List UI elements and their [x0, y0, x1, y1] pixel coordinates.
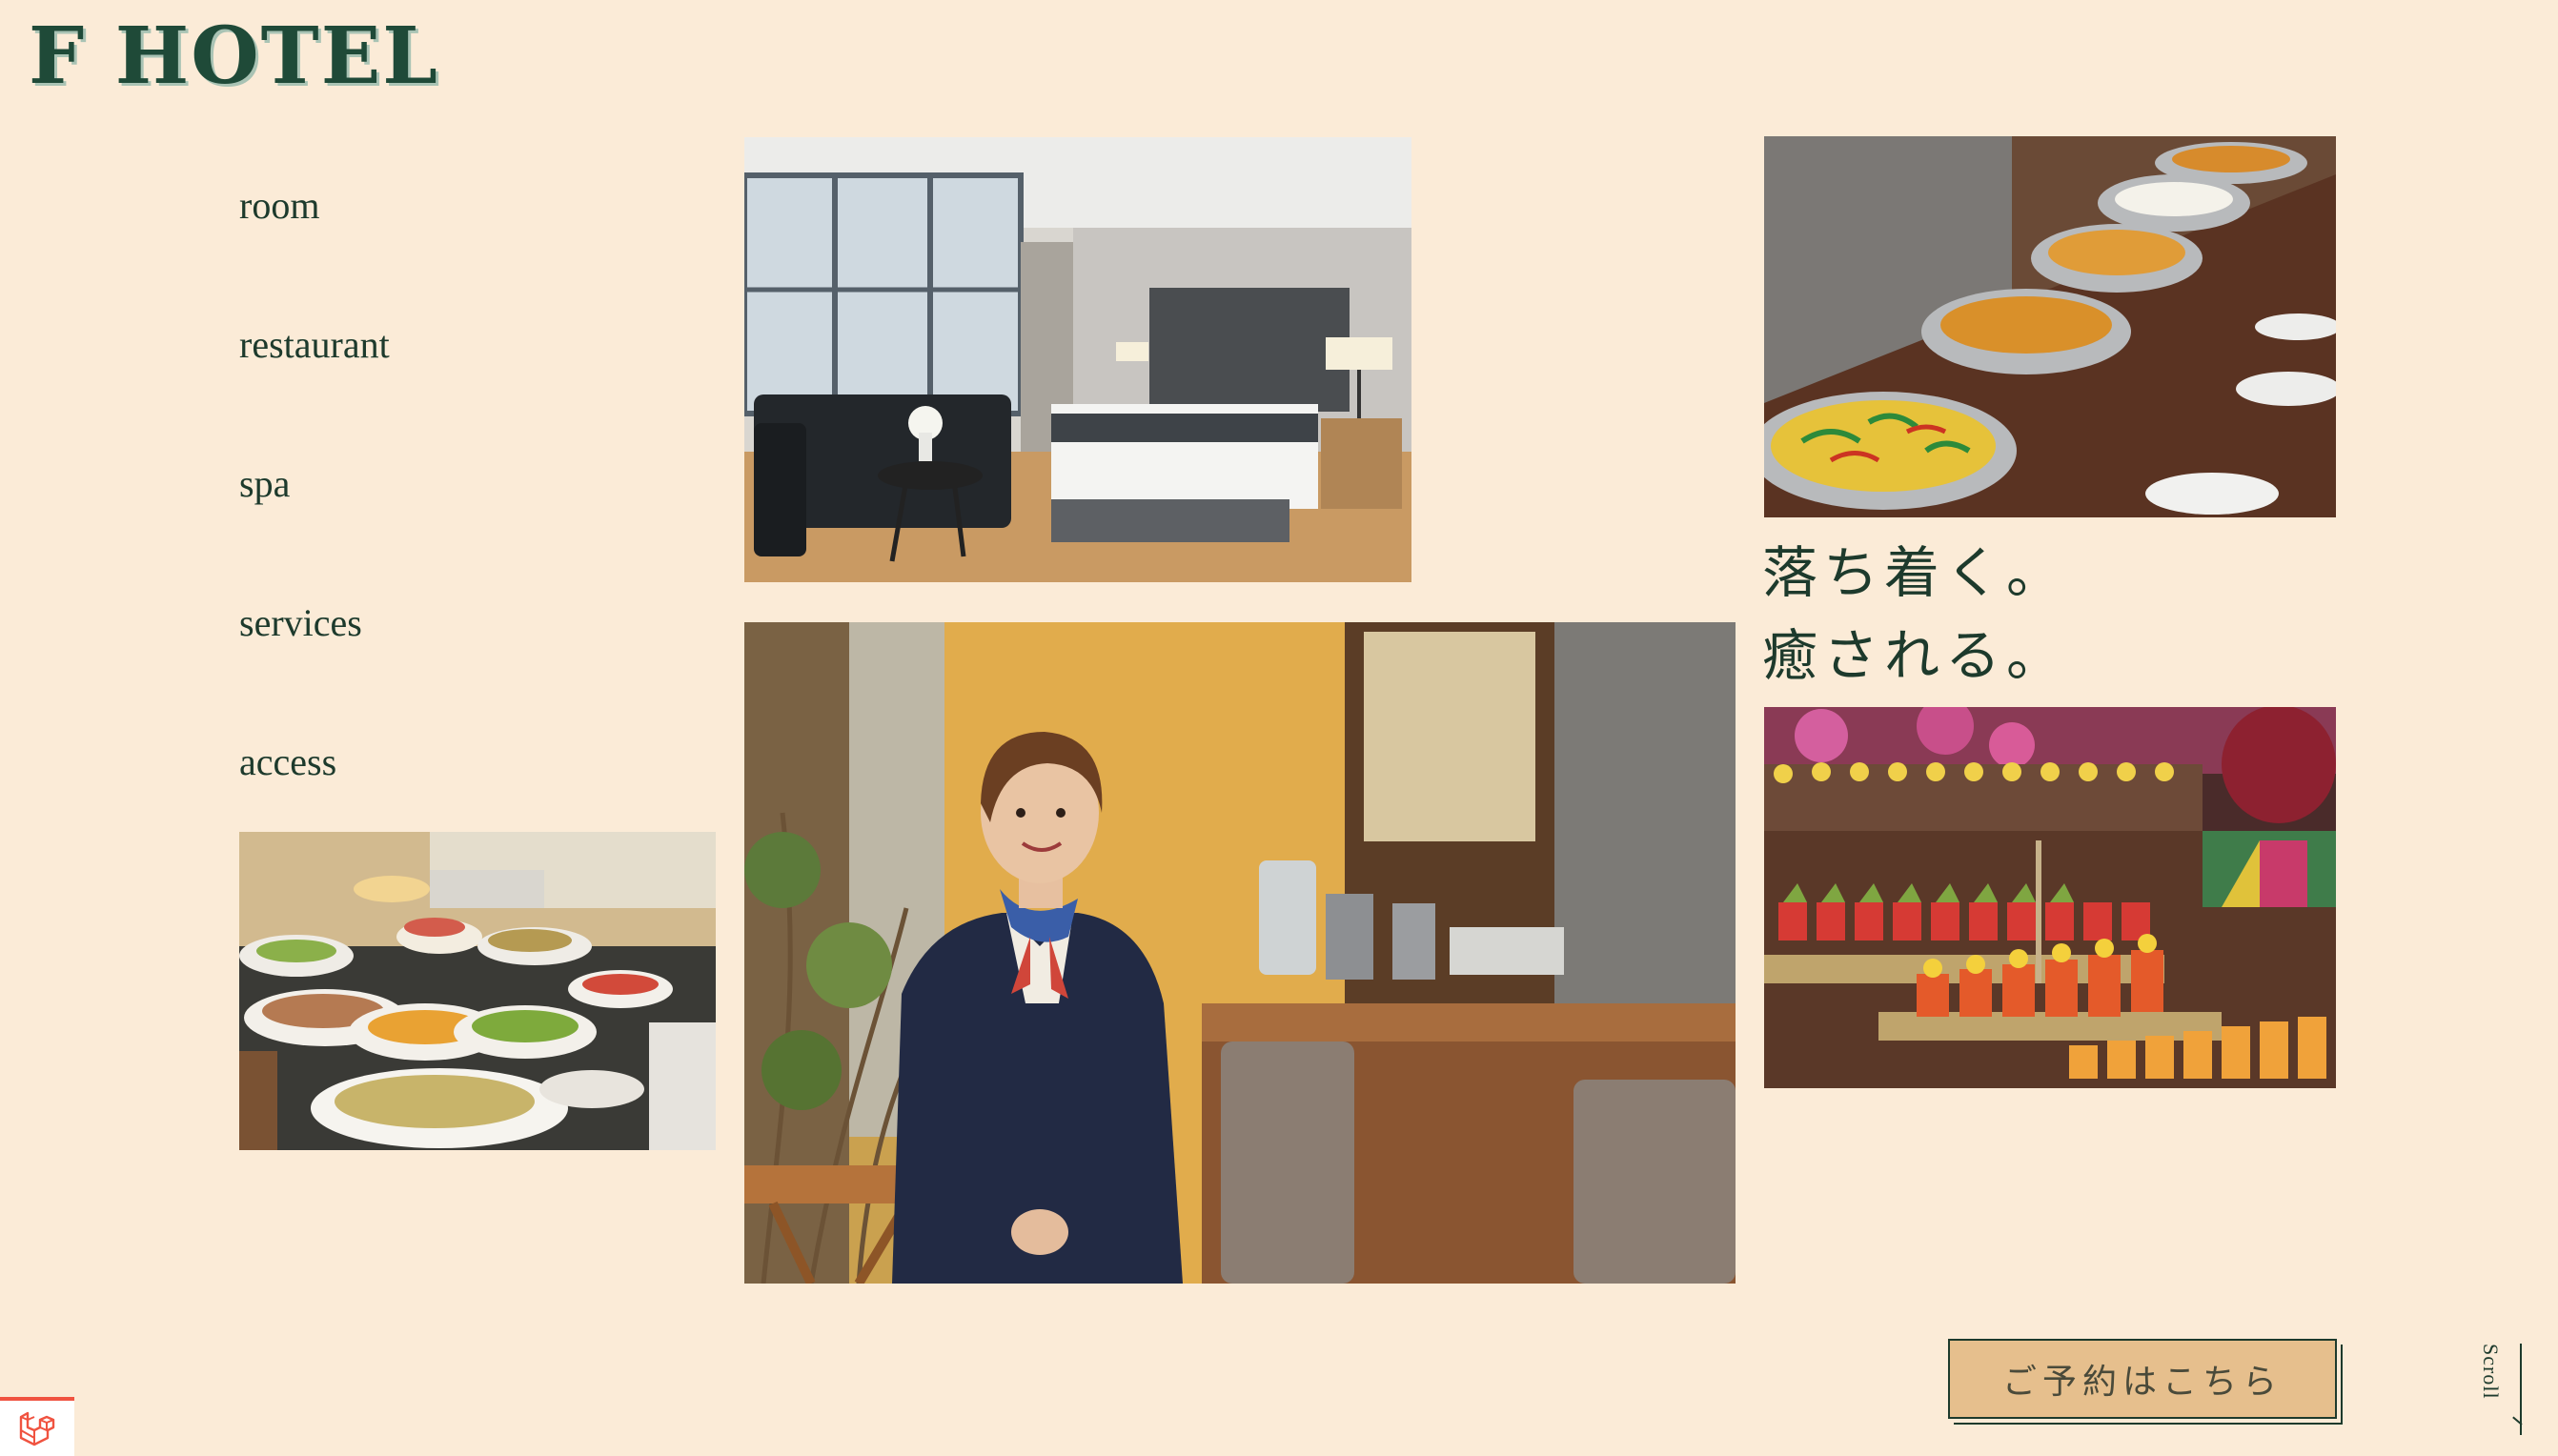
laravel-debugbar-button[interactable]: [0, 1397, 74, 1456]
hotel-room-photo: [744, 137, 1411, 582]
hotel-staff-photo: [744, 622, 1736, 1284]
nav-item-services[interactable]: services: [239, 600, 362, 645]
scroll-indicator: Scroll: [2478, 1344, 2535, 1439]
nav-item-room[interactable]: room: [239, 183, 319, 228]
tagline-line-1: 落ち着く。: [1762, 540, 2068, 605]
hotel-logo[interactable]: F HOTEL: [29, 17, 439, 95]
salad-buffet-photo: [239, 832, 716, 1150]
dessert-buffet-photo: [1764, 707, 2336, 1088]
laravel-logo-icon: [19, 1411, 55, 1446]
tagline-line-2: 癒される。: [1762, 623, 2068, 688]
nav-item-access[interactable]: access: [239, 739, 336, 784]
hot-buffet-photo: [1764, 136, 2336, 517]
tagline: 落ち着く。 癒される。: [1762, 532, 2067, 698]
scroll-label: Scroll: [2479, 1344, 2503, 1400]
reserve-button[interactable]: ご予約はこちら: [1948, 1339, 2337, 1419]
nav-item-spa[interactable]: spa: [239, 461, 290, 506]
nav-item-restaurant[interactable]: restaurant: [239, 322, 390, 367]
